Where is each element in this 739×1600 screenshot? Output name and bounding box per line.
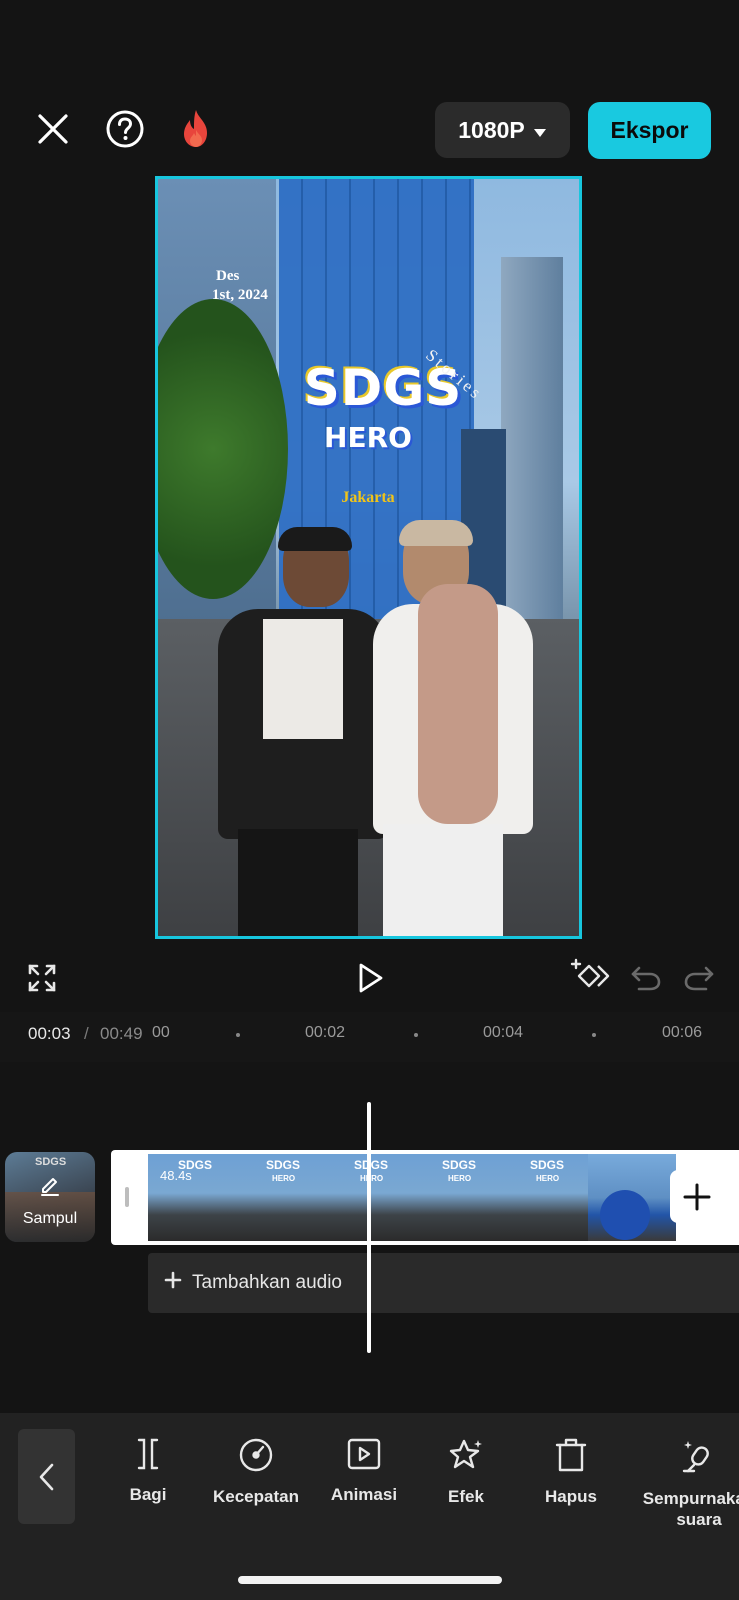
frame-subtitle: HERO	[536, 1174, 560, 1183]
resolution-value: 1080P	[458, 116, 525, 143]
date-line-1: Des	[216, 268, 240, 284]
fullscreen-icon[interactable]	[22, 958, 62, 998]
ruler-dot	[592, 1033, 596, 1037]
animation-icon	[346, 1437, 382, 1476]
balloon-shape	[600, 1190, 650, 1240]
person-left	[178, 527, 388, 936]
tool-speed[interactable]: Kecepatan	[201, 1437, 311, 1507]
back-button[interactable]	[18, 1429, 75, 1524]
tool-animation[interactable]: Animasi	[309, 1437, 419, 1505]
tool-effects-label: Efek	[448, 1487, 484, 1506]
split-icon	[131, 1437, 165, 1476]
tool-delete[interactable]: Hapus	[516, 1437, 626, 1507]
close-icon[interactable]	[31, 107, 75, 151]
cover-label: Sampul	[22, 1210, 78, 1227]
home-indicator	[238, 1576, 502, 1584]
time-separator: /	[84, 1024, 89, 1043]
caret-down-icon	[533, 117, 547, 144]
date-text: Des 1st, 2024	[212, 267, 268, 305]
date-line-2: 1st, 2024	[212, 287, 268, 303]
help-icon[interactable]	[103, 107, 147, 151]
frame-title: SDGS	[266, 1158, 301, 1172]
tool-split-label: Bagi	[129, 1485, 167, 1504]
keyframe-icon[interactable]	[570, 956, 610, 996]
clip-frame: SDGS HERO	[412, 1154, 500, 1241]
cover-title: SDGS	[35, 1156, 67, 1168]
tool-speed-label: Kecepatan	[213, 1487, 299, 1506]
ruler-tick: 00:04	[483, 1024, 524, 1041]
frame-title: SDGS	[442, 1158, 477, 1172]
clip-frame: SDGS HERO	[500, 1154, 588, 1241]
trim-handle-left[interactable]	[125, 1187, 129, 1207]
frame-subtitle: HERO	[360, 1174, 384, 1183]
video-preview[interactable]: Des 1st, 2024 SDGS HERO Stories Jakarta	[155, 176, 582, 939]
add-audio-label: Tambahkan audio	[192, 1272, 342, 1293]
person-right	[363, 520, 563, 936]
tool-effects[interactable]: Efek	[411, 1437, 521, 1507]
tool-split[interactable]: Bagi	[93, 1437, 203, 1505]
frame-title: SDGS	[354, 1158, 389, 1172]
export-button[interactable]: Ekspor	[588, 102, 711, 159]
video-clip-track[interactable]: SDGS 48.4s SDGS HERO SDGS HERO SDGS HERO…	[111, 1150, 739, 1245]
clip-frame: SDGS HERO	[236, 1154, 324, 1241]
frame-title: SDGS	[530, 1158, 565, 1172]
clip-frame: SDGS 48.4s	[148, 1154, 236, 1241]
clip-frame	[588, 1154, 676, 1241]
ruler-tick: 00:02	[305, 1024, 346, 1041]
delete-icon	[554, 1437, 588, 1478]
cover-thumbnail[interactable]: SDGS Sampul	[5, 1152, 95, 1242]
redo-icon[interactable]	[679, 958, 719, 998]
total-time: 00:49	[100, 1024, 143, 1043]
plus-icon	[164, 1271, 182, 1295]
ruler-tick: 00:06	[662, 1024, 703, 1041]
current-time: 00:03	[28, 1024, 71, 1043]
effects-icon	[448, 1437, 484, 1478]
frame-subtitle: HERO	[448, 1174, 472, 1183]
edit-pencil-icon	[39, 1174, 61, 1201]
tool-delete-label: Hapus	[545, 1487, 597, 1506]
chevron-left-icon	[39, 1463, 53, 1490]
frame-subtitle: HERO	[272, 1174, 296, 1183]
playhead[interactable]	[367, 1102, 371, 1353]
overlay-location: Jakarta	[341, 489, 395, 506]
undo-icon[interactable]	[626, 958, 666, 998]
clip-duration: 48.4s	[160, 1168, 192, 1183]
ruler-dot	[414, 1033, 418, 1037]
plus-icon	[683, 1183, 710, 1210]
resolution-dropdown[interactable]: 1080P	[435, 102, 570, 158]
overlay-subtitle: HERO	[324, 421, 412, 454]
ruler-dot	[236, 1033, 240, 1037]
enhance-voice-icon	[680, 1437, 718, 1480]
ruler-tick: 00	[152, 1024, 170, 1041]
fire-icon[interactable]	[174, 107, 218, 151]
tool-enhance-voice-label: Sempurnakan suara	[642, 1489, 739, 1529]
add-audio-button[interactable]: Tambahkan audio	[148, 1253, 739, 1313]
tool-enhance-voice[interactable]: Sempurnakan suara	[629, 1437, 739, 1530]
tool-animation-label: Animasi	[330, 1485, 398, 1504]
add-clip-button[interactable]	[670, 1170, 723, 1223]
speed-icon	[238, 1437, 274, 1478]
play-icon[interactable]	[350, 958, 390, 998]
